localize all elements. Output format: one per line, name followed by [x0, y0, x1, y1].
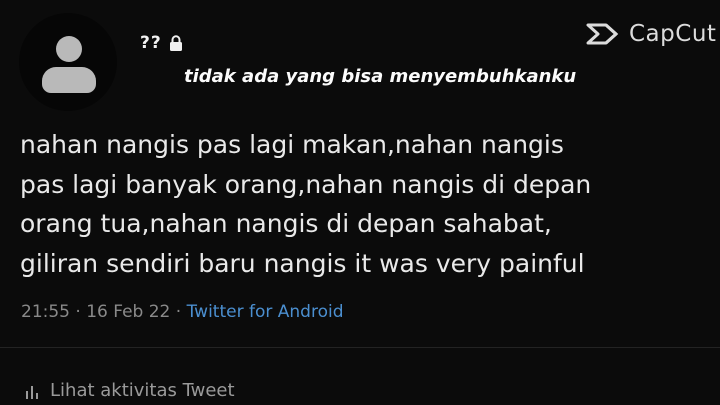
- tweet-line: nahan nangis pas lagi makan,nahan nangis: [20, 130, 564, 159]
- profile-bio: tidak ada yang bisa menyembuhkanku: [184, 66, 577, 87]
- tweet-source-link[interactable]: Twitter for Android: [187, 302, 344, 322]
- tweet-timestamp[interactable]: 21:55 · 16 Feb 22 ·: [21, 302, 187, 322]
- avatar-body-shape: [42, 67, 96, 93]
- user-name[interactable]: ??: [140, 33, 162, 53]
- default-avatar-icon: [56, 36, 82, 62]
- watermark-text: CapCut: [629, 21, 717, 47]
- tweet-line: orang tua,nahan nangis di depan sahabat,: [20, 209, 552, 238]
- bar-chart-icon: [26, 385, 38, 399]
- tweet-line: pas lagi banyak orang,nahan nangis di de…: [20, 169, 592, 199]
- tweet-line: giliran sendiri baru nangis it was very …: [20, 248, 585, 278]
- view-activity-label: Lihat aktivitas Tweet: [50, 380, 235, 401]
- tweet-text: nahan nangis pas lagi makan,nahan nangis…: [20, 125, 710, 283]
- capcut-icon: [586, 23, 619, 45]
- capcut-watermark: CapCut: [584, 18, 716, 50]
- view-activity-button[interactable]: Lihat aktivitas Tweet: [25, 380, 235, 401]
- tweet-meta: 21:55 · 16 Feb 22 · Twitter for Android: [21, 302, 343, 322]
- profile-name-row: ??: [140, 32, 183, 54]
- divider: [0, 347, 720, 348]
- avatar[interactable]: [19, 13, 117, 111]
- lock-icon: [169, 35, 182, 51]
